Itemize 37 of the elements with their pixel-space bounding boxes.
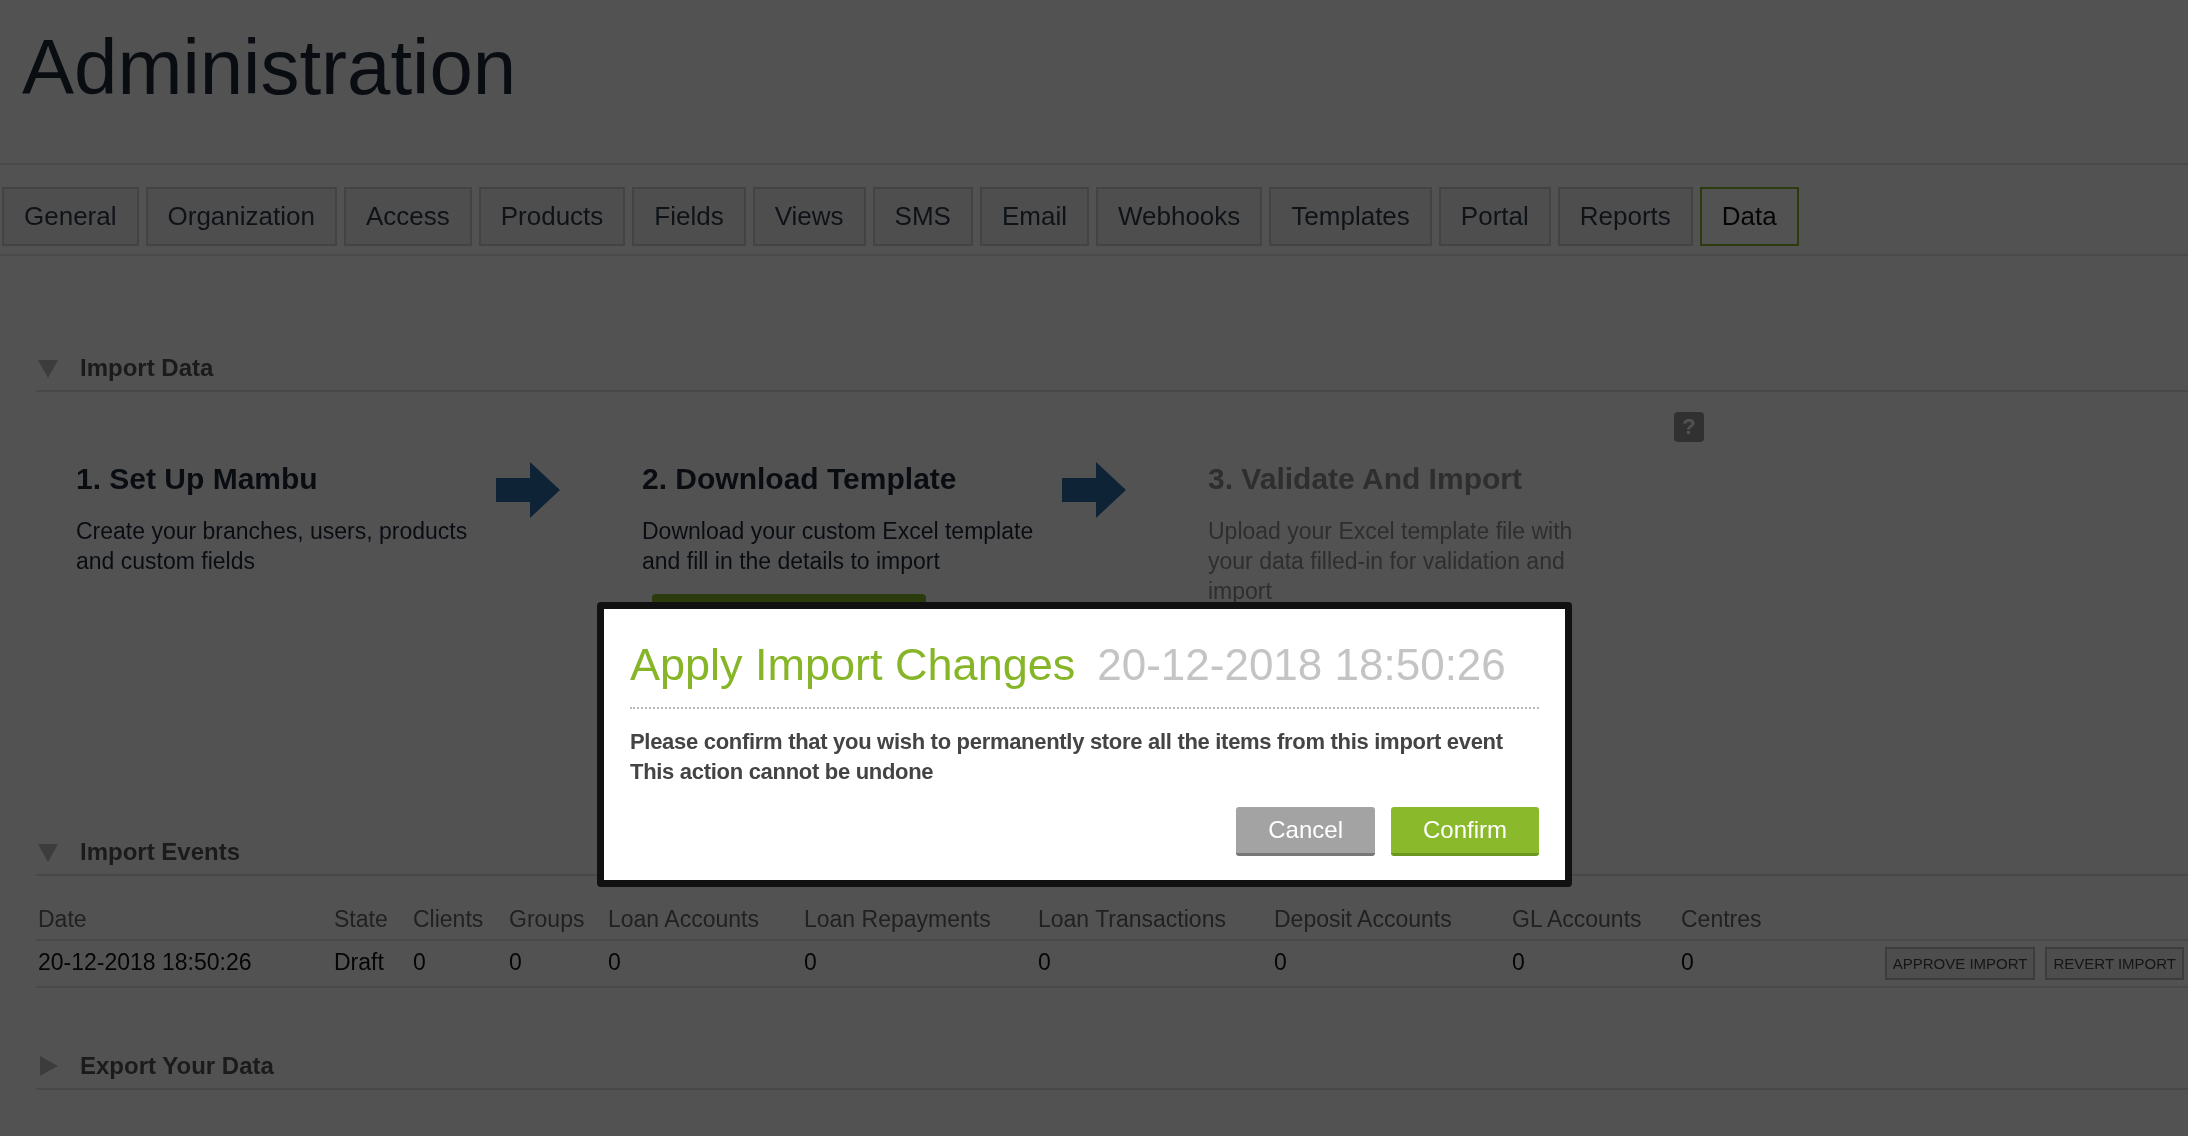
tab[interactable]: Views [752,187,866,246]
table-cell: 0 [802,939,1036,988]
help-icon[interactable]: ? [1674,412,1704,442]
tab[interactable]: Reports [1557,187,1693,246]
dialog-message: This action cannot be undone [630,758,935,786]
tab[interactable]: Access [343,187,472,246]
tab[interactable]: SMS [872,187,973,246]
tab[interactable]: Data [1699,187,1799,246]
table-cell: 0 [606,939,802,988]
tab[interactable]: Products [478,187,626,246]
step-title: 1. Set Up Mambu [76,462,319,496]
table-cell: 0 [507,939,606,988]
step-title: 2. Download Template [642,462,958,496]
step-description: Create your branches, users, products and custom fields [76,517,469,576]
table-cell: 0 [1510,939,1679,988]
table-cell: 0 [411,939,507,988]
page-title: Administration [0,0,2188,165]
table-cell: 0 [1272,939,1510,988]
tab[interactable]: Webhooks [1095,187,1263,246]
dialog-title: Apply Import Changes [630,639,1076,691]
table-cell: Draft [332,939,411,988]
tab[interactable]: Portal [1438,187,1551,246]
tab[interactable]: General [2,187,139,246]
tab[interactable]: Organization [145,187,337,246]
tab[interactable]: Fields [632,187,746,246]
table-cell: 20-12-2018 18:50:26 [36,939,332,988]
tab[interactable]: Email [979,187,1089,246]
table-cell: 0 [1679,939,1879,988]
dialog-message: Please confirm that you wish to permanently store all the items from this import event [630,728,1504,756]
tab[interactable]: Templates [1269,187,1432,246]
cancel-button[interactable]: Cancel [1236,807,1375,856]
step-description: Download your custom Excel template and fill in the details to import [642,517,1035,576]
arrow-right-icon [1062,462,1126,518]
dialog-timestamp: 20-12-2018 18:50:26 [1097,640,1506,690]
table-cell: 0 [1036,939,1272,988]
arrow-right-icon [496,462,560,518]
confirm-button[interactable]: Confirm [1391,807,1539,856]
